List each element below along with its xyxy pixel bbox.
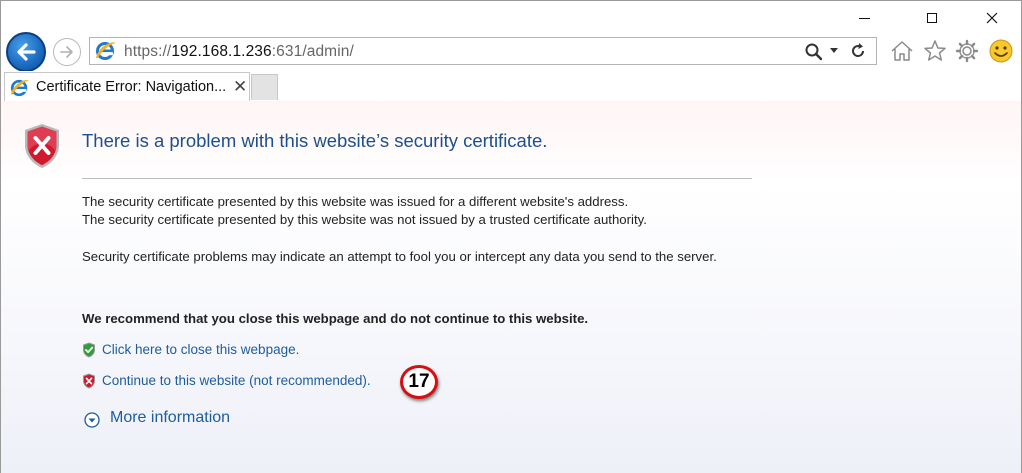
error-shield-icon <box>23 123 61 174</box>
star-icon[interactable] <box>922 39 948 68</box>
divider <box>82 178 752 179</box>
home-icon[interactable] <box>889 39 915 68</box>
expand-chevron-icon[interactable] <box>84 412 100 433</box>
title-bar <box>1 1 1021 35</box>
red-shield-icon <box>82 373 96 394</box>
back-arrow-icon <box>17 43 36 61</box>
url-text[interactable]: https://192.168.1.236:631/admin/ <box>124 43 354 61</box>
forward-button[interactable] <box>53 38 81 66</box>
url-path: :631/admin/ <box>271 43 354 60</box>
search-icon[interactable] <box>804 42 824 67</box>
continue-to-website-link[interactable]: Continue to this website (not recommende… <box>102 373 371 388</box>
close-tab-icon[interactable]: ✕ <box>233 77 247 97</box>
certificate-details: The security certificate presented by th… <box>82 193 762 229</box>
minimize-button[interactable] <box>841 1 887 35</box>
close-window-button[interactable] <box>969 1 1015 35</box>
address-bar[interactable]: https://192.168.1.236:631/admin/ <box>89 37 877 65</box>
green-shield-icon <box>82 342 96 363</box>
gear-icon[interactable] <box>954 39 980 68</box>
detail-line-1: The security certificate presented by th… <box>82 194 629 209</box>
maximize-icon <box>927 13 937 23</box>
back-button[interactable] <box>6 32 46 72</box>
maximize-button[interactable] <box>909 1 955 35</box>
minimize-icon <box>858 17 870 19</box>
ie-logo-icon <box>94 40 118 67</box>
close-icon <box>986 12 998 24</box>
close-webpage-link[interactable]: Click here to close this webpage. <box>102 342 299 357</box>
page-title: There is a problem with this website’s s… <box>82 130 548 151</box>
smiley-icon[interactable] <box>988 39 1014 70</box>
more-information-link[interactable]: More information <box>110 409 230 427</box>
chevron-down-icon[interactable] <box>830 48 838 53</box>
step-number-badge: 17 <box>400 365 438 399</box>
refresh-icon[interactable] <box>848 41 868 66</box>
forward-arrow-icon <box>60 46 73 58</box>
detail-line-2: The security certificate presented by th… <box>82 212 647 227</box>
tab-title: Certificate Error: Navigation... <box>36 79 227 95</box>
url-host: 192.168.1.236 <box>171 43 272 60</box>
new-tab-button[interactable] <box>251 74 278 100</box>
recommendation-text: We recommend that you close this webpage… <box>82 311 589 326</box>
security-warning-text: Security certificate problems may indica… <box>82 249 717 264</box>
ie-logo-icon <box>9 78 31 103</box>
url-scheme: https:// <box>124 43 172 60</box>
tab-certificate-error[interactable]: Certificate Error: Navigation... ✕ <box>4 72 250 101</box>
certificate-error-page: There is a problem with this website’s s… <box>1 101 1021 473</box>
tab-strip: Certificate Error: Navigation... ✕ <box>1 71 1021 101</box>
